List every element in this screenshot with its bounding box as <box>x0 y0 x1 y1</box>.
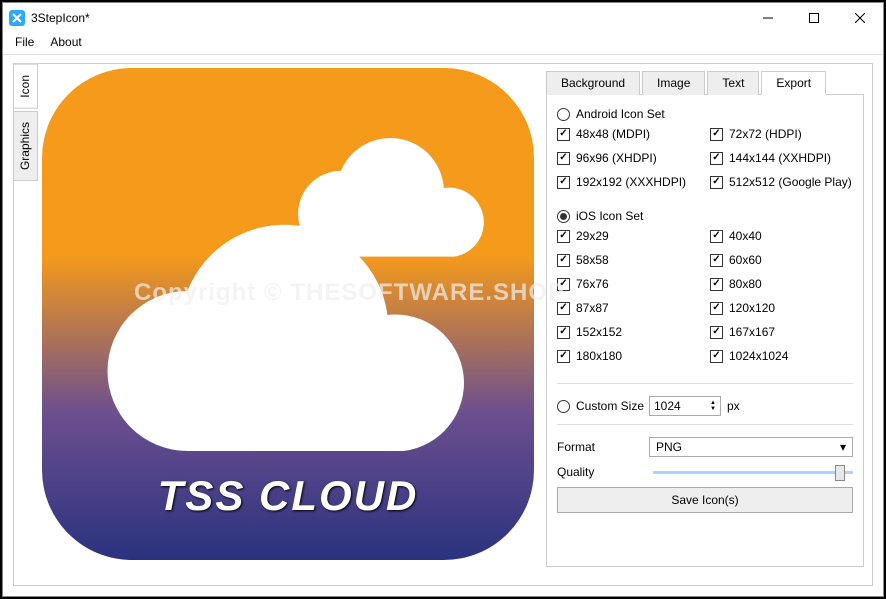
checkbox-icon: ✓ <box>710 278 723 291</box>
menu-file[interactable]: File <box>7 33 42 54</box>
minimize-button[interactable] <box>745 3 791 33</box>
menu-about[interactable]: About <box>42 33 89 54</box>
preview-wrap: TSS CLOUD <box>38 64 538 585</box>
checkbox-icon: ✓ <box>557 278 570 291</box>
check-xhdpi[interactable]: ✓96x96 (XHDPI) <box>557 151 700 165</box>
preview-text: TSS CLOUD <box>42 472 534 520</box>
checkbox-icon: ✓ <box>710 230 723 243</box>
checkbox-icon: ✓ <box>557 326 570 339</box>
spinner-icon[interactable]: ▲▼ <box>710 400 716 412</box>
check-167[interactable]: ✓167x167 <box>710 325 853 339</box>
check-googleplay[interactable]: ✓512x512 (Google Play) <box>710 175 853 189</box>
check-1024[interactable]: ✓1024x1024 <box>710 349 853 363</box>
client-area: Icon Graphics TSS CLOUD Background Image… <box>13 63 873 586</box>
right-pane: Background Image Text Export Android Ico… <box>538 64 872 585</box>
app-icon <box>9 10 25 26</box>
checkbox-icon: ✓ <box>557 128 570 141</box>
save-button[interactable]: Save Icon(s) <box>557 487 853 513</box>
tab-text[interactable]: Text <box>707 71 759 95</box>
radio-label: Custom Size <box>576 399 644 413</box>
radio-custom-size[interactable]: Custom Size <box>557 399 649 413</box>
left-tabstrip: Icon Graphics <box>14 64 38 585</box>
tab-background[interactable]: Background <box>546 71 640 95</box>
check-120[interactable]: ✓120x120 <box>710 301 853 315</box>
check-xxxhdpi[interactable]: ✓192x192 (XXXHDPI) <box>557 175 700 189</box>
checkbox-icon: ✓ <box>557 254 570 267</box>
checkbox-icon: ✓ <box>557 350 570 363</box>
check-mdpi[interactable]: ✓48x48 (MDPI) <box>557 127 700 141</box>
radio-label: iOS Icon Set <box>576 209 643 223</box>
separator <box>557 383 853 384</box>
checkbox-icon: ✓ <box>710 176 723 189</box>
checkbox-icon: ✓ <box>710 152 723 165</box>
check-60[interactable]: ✓60x60 <box>710 253 853 267</box>
checkbox-icon: ✓ <box>557 152 570 165</box>
tab-export[interactable]: Export <box>761 71 826 95</box>
checkbox-icon: ✓ <box>557 230 570 243</box>
check-180[interactable]: ✓180x180 <box>557 349 700 363</box>
menubar: File About <box>3 33 883 55</box>
check-40[interactable]: ✓40x40 <box>710 229 853 243</box>
format-label: Format <box>557 440 649 454</box>
radio-icon <box>557 400 570 413</box>
check-80[interactable]: ✓80x80 <box>710 277 853 291</box>
radio-icon <box>557 108 570 121</box>
radio-android-set[interactable]: Android Icon Set <box>557 107 853 121</box>
options-tabstrip: Background Image Text Export <box>546 70 864 95</box>
check-58[interactable]: ✓58x58 <box>557 253 700 267</box>
tab-graphics[interactable]: Graphics <box>14 111 38 181</box>
check-76[interactable]: ✓76x76 <box>557 277 700 291</box>
check-xxhdpi[interactable]: ✓144x144 (XXHDPI) <box>710 151 853 165</box>
checkbox-icon: ✓ <box>710 302 723 315</box>
chevron-down-icon: ▾ <box>840 440 846 454</box>
checkbox-icon: ✓ <box>710 128 723 141</box>
app-window: 3StepIcon* File About Icon Graphics TSS … <box>2 2 884 597</box>
separator <box>557 424 853 425</box>
maximize-button[interactable] <box>791 3 837 33</box>
quality-slider[interactable] <box>653 471 853 474</box>
slider-thumb[interactable] <box>835 465 845 481</box>
check-hdpi[interactable]: ✓72x72 (HDPI) <box>710 127 853 141</box>
check-29[interactable]: ✓29x29 <box>557 229 700 243</box>
checkbox-icon: ✓ <box>710 350 723 363</box>
custom-size-input[interactable]: 1024 ▲▼ <box>649 396 721 416</box>
icon-preview: TSS CLOUD <box>42 68 534 560</box>
export-panel: Android Icon Set ✓48x48 (MDPI) ✓72x72 (H… <box>546 95 864 567</box>
titlebar: 3StepIcon* <box>3 3 883 33</box>
tab-icon[interactable]: Icon <box>14 64 38 109</box>
checkbox-icon: ✓ <box>710 326 723 339</box>
check-152[interactable]: ✓152x152 <box>557 325 700 339</box>
radio-label: Android Icon Set <box>576 107 665 121</box>
close-button[interactable] <box>837 3 883 33</box>
format-select[interactable]: PNG ▾ <box>649 437 853 457</box>
radio-icon <box>557 210 570 223</box>
px-label: px <box>727 399 740 413</box>
checkbox-icon: ✓ <box>710 254 723 267</box>
cloud-front-icon <box>97 203 502 463</box>
window-title: 3StepIcon* <box>31 11 745 25</box>
check-87[interactable]: ✓87x87 <box>557 301 700 315</box>
quality-label: Quality <box>557 465 649 479</box>
radio-ios-set[interactable]: iOS Icon Set <box>557 209 853 223</box>
checkbox-icon: ✓ <box>557 302 570 315</box>
checkbox-icon: ✓ <box>557 176 570 189</box>
tab-image[interactable]: Image <box>642 71 705 95</box>
